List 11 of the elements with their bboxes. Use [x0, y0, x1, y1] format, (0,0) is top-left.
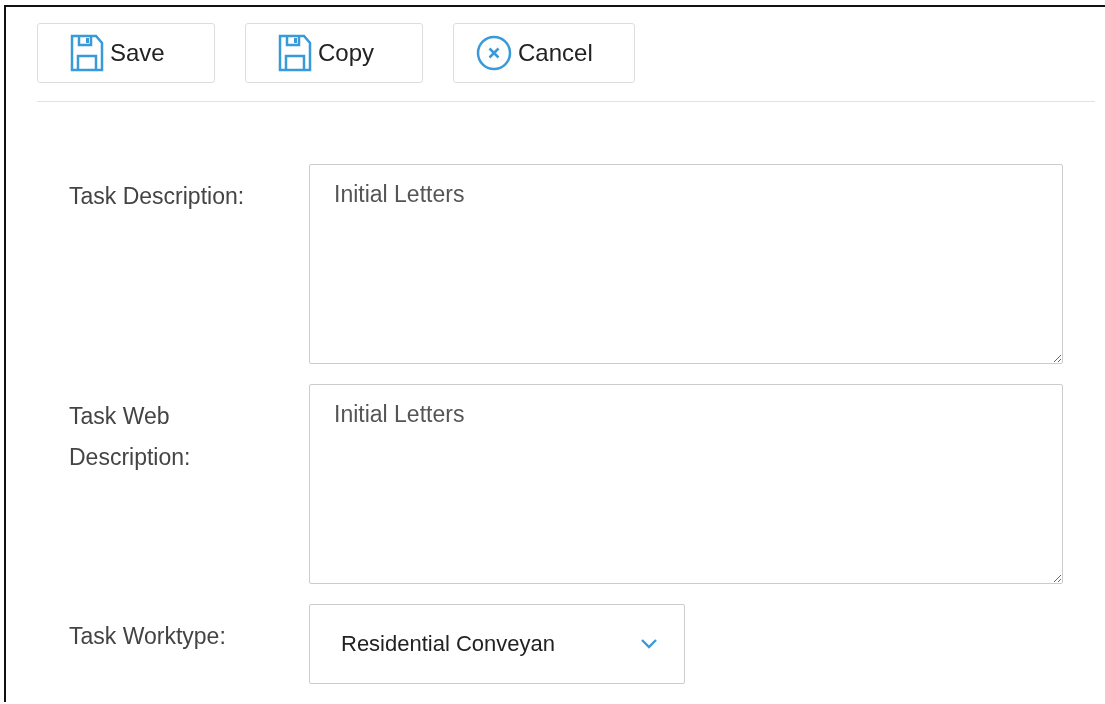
field-label: Task Description: — [68, 182, 246, 211]
worktype-dropdown[interactable]: Residential Conveyan — [309, 604, 685, 684]
save-button[interactable]: Save — [37, 23, 215, 83]
cancel-button[interactable]: Cancel — [453, 23, 635, 83]
chevron-down-icon — [640, 638, 658, 650]
text-area[interactable]: Initial Letters — [309, 164, 1063, 364]
close-circle-icon — [476, 35, 512, 71]
field-label: Task Worktype: — [68, 622, 227, 651]
field-label: Task Web Description: — [68, 402, 192, 472]
text-area[interactable]: Initial Letters — [309, 384, 1063, 584]
copy-button[interactable]: Copy — [245, 23, 423, 83]
